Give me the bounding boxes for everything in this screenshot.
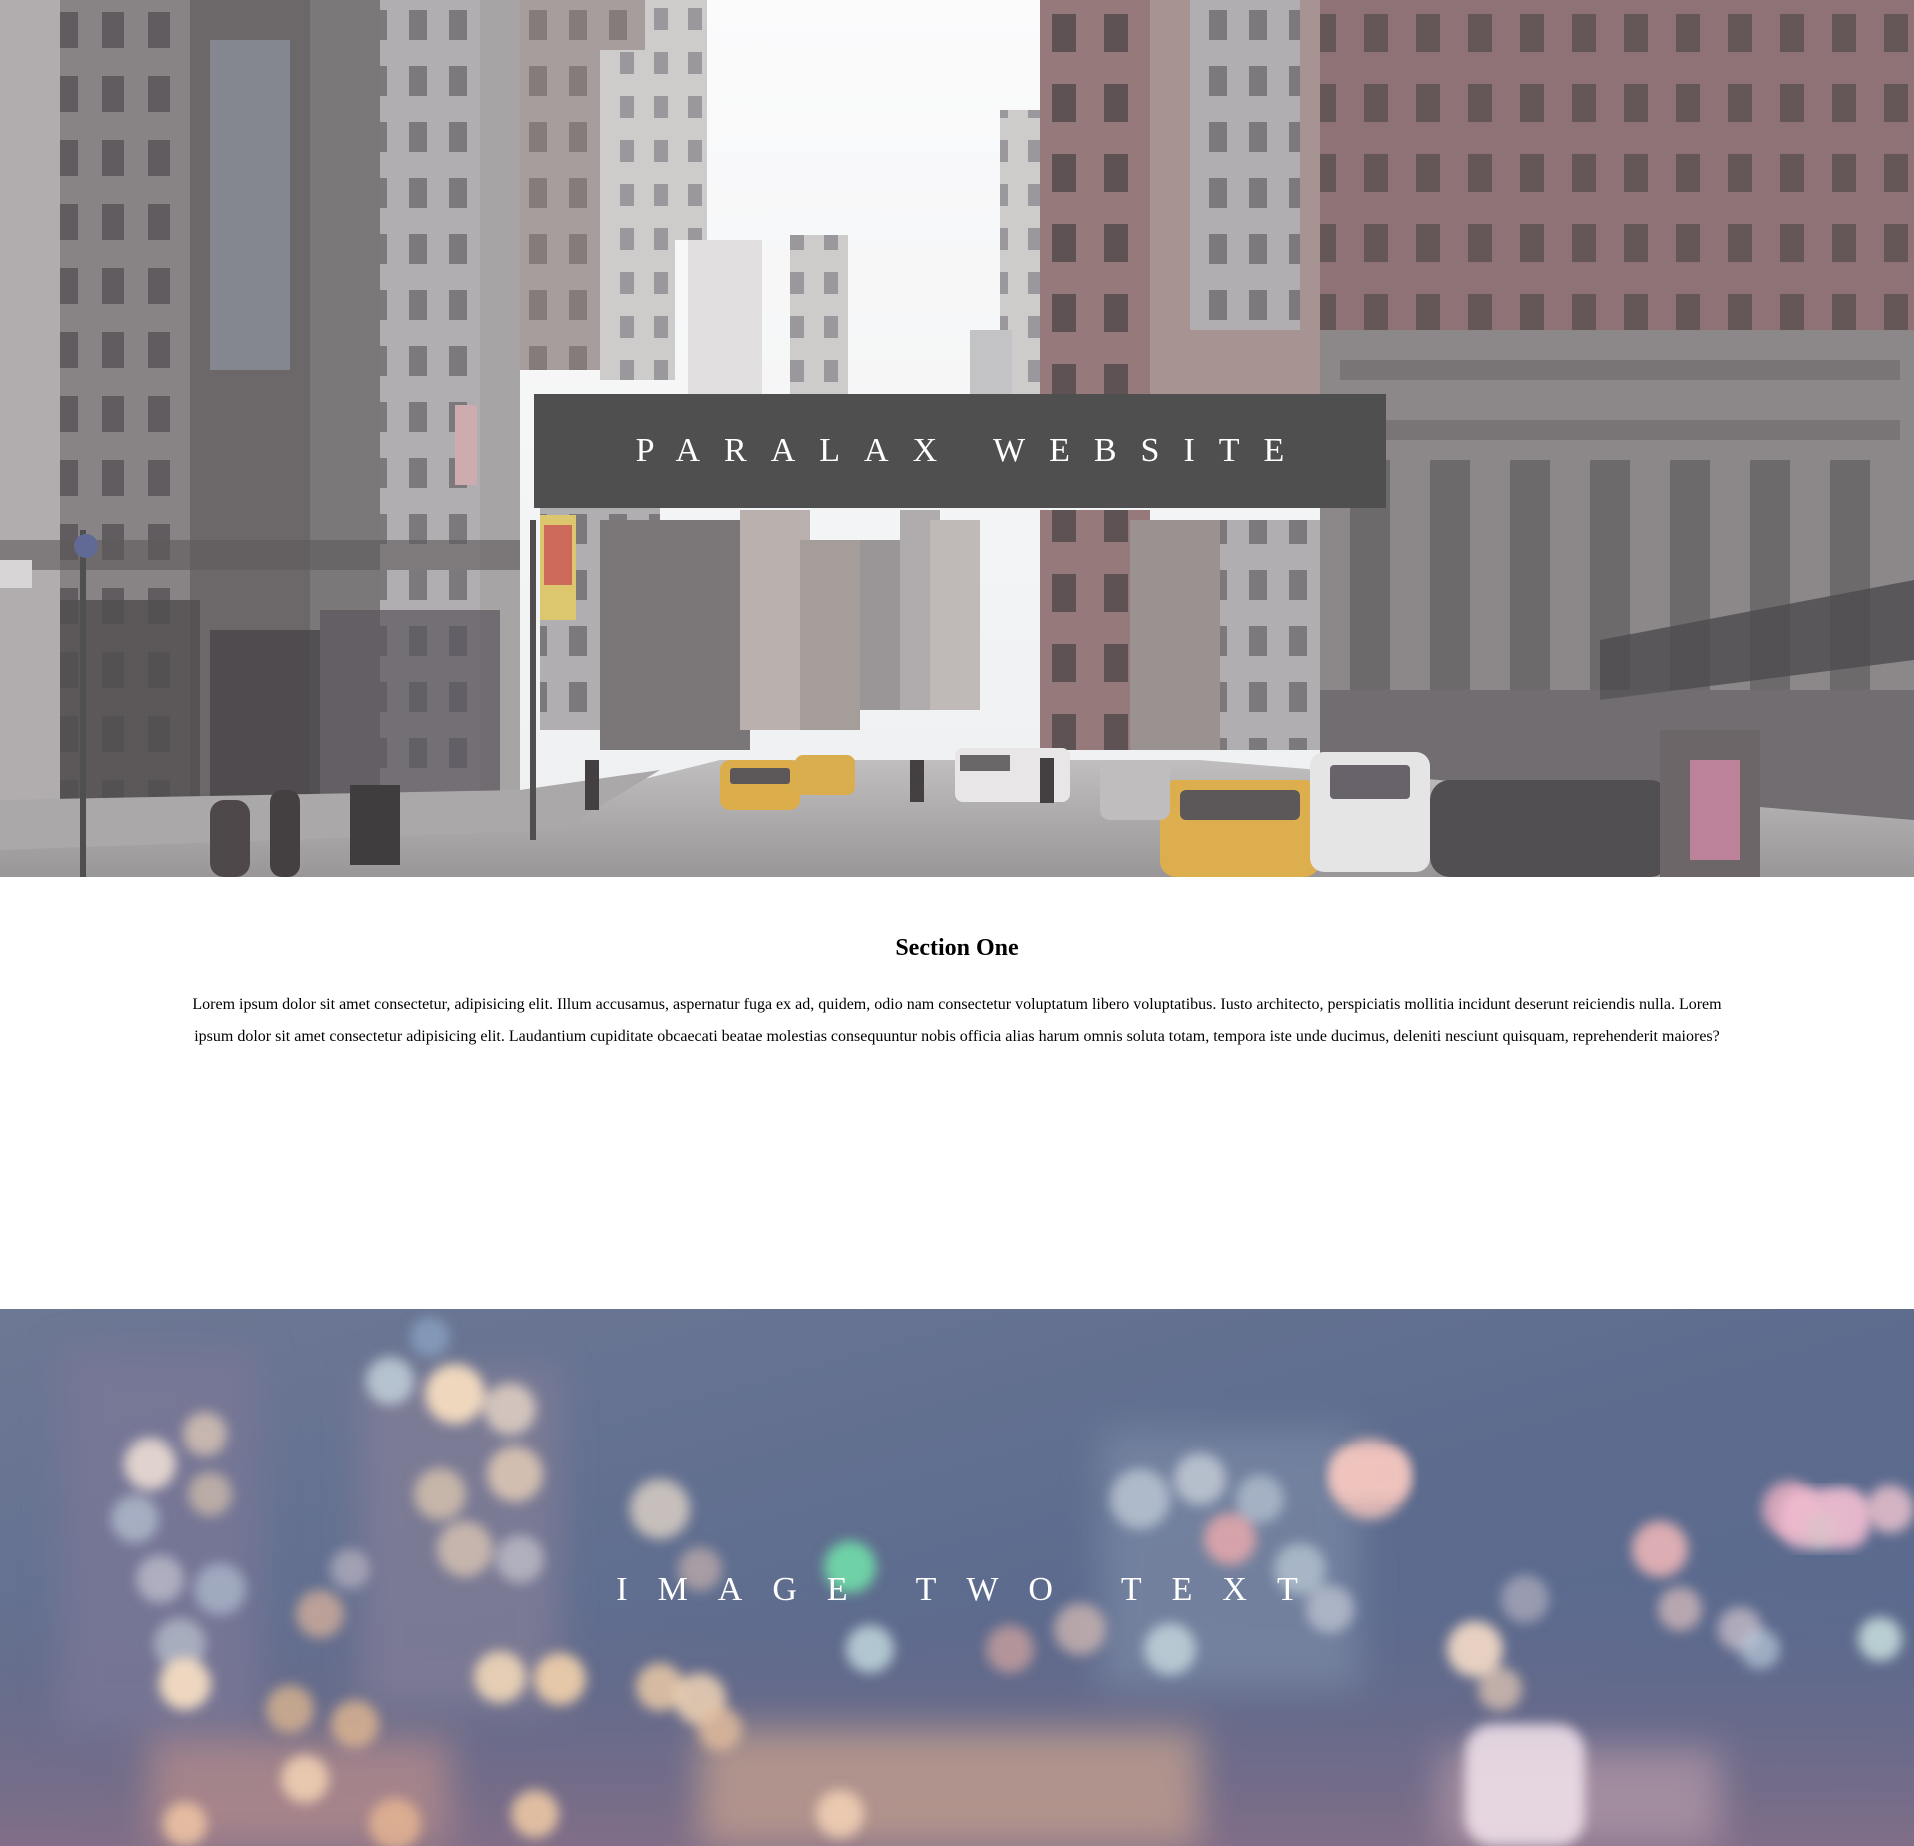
section-one-paragraph: Lorem ipsum dolor sit amet consectetur, …: [192, 996, 1722, 1045]
hero-section: PARALAX WEBSITE: [0, 0, 1914, 877]
site-title: PARALAX WEBSITE: [635, 432, 1309, 469]
section-one: Section One Lorem ipsum dolor sit amet c…: [0, 877, 1914, 1309]
image-two-section: IMAGE TWO TEXT: [0, 1309, 1914, 1846]
site-title-box: PARALAX WEBSITE: [534, 394, 1386, 508]
section-one-heading: Section One: [895, 935, 1019, 961]
image-two-caption: IMAGE TWO TEXT: [616, 1571, 1328, 1608]
